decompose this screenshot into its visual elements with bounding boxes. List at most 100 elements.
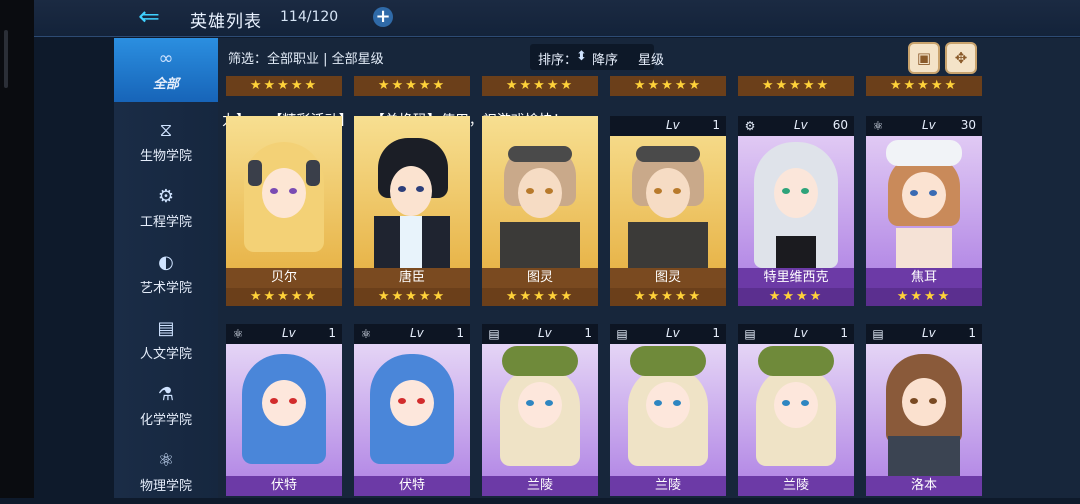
level-value: 1	[584, 326, 592, 340]
sidebar-item-all[interactable]: ∞ 全部	[114, 38, 218, 102]
hero-stars: ★★★★★	[610, 288, 726, 306]
hero-list-panel: 筛选：全部职业 | 全部星级 排序： ⬍ 降序 星级 ▣ ✥ ★★★★★ ★★★…	[218, 38, 1080, 498]
card-header: ▤ Lv 1	[866, 324, 982, 344]
back-arrow-icon[interactable]: ⇐	[134, 4, 164, 30]
hero-card[interactable]: 贝尔 ★★★★★	[226, 116, 342, 306]
plus-icon[interactable]: +	[373, 7, 393, 27]
sidebar-item-art[interactable]: ◐ 艺术学院	[114, 242, 218, 306]
sort-button[interactable]: 排序： ⬍ 降序	[530, 44, 654, 70]
palette-icon: ◐	[158, 252, 174, 273]
hero-name: 兰陵	[610, 476, 726, 496]
gear-badge-icon[interactable]: ✥	[945, 42, 977, 74]
hero-card[interactable]: 唐臣 ★★★★★	[354, 116, 470, 306]
hero-name: 伏特	[354, 476, 470, 496]
hero-name: 特里维西克	[738, 268, 854, 288]
atom-icon: ⚛	[157, 450, 175, 471]
hero-card[interactable]: Lv 1 图灵 ★★★★★	[610, 116, 726, 306]
hero-portrait	[610, 324, 726, 476]
level-value: 1	[456, 326, 464, 340]
hero-portrait	[866, 116, 982, 268]
sidebar-item-chemistry[interactable]: ⚗ 化学学院	[114, 374, 218, 438]
book-icon: ▤	[744, 327, 756, 341]
level-value: 1	[712, 326, 720, 340]
card-header: ▤ Lv 1	[738, 324, 854, 344]
book-icon: ▤	[488, 327, 500, 341]
card-header: ⚙ Lv 60	[738, 116, 854, 136]
filter-button[interactable]: 筛选：全部职业 | 全部星级	[228, 48, 384, 67]
level-value: 1	[712, 118, 720, 132]
sort-order: 降序	[592, 53, 619, 68]
hero-card[interactable]: ▤ Lv 1 兰陵	[482, 324, 598, 498]
level-value: 1	[328, 326, 336, 340]
hero-card[interactable]: 图灵 ★★★★★	[482, 116, 598, 306]
hero-portrait	[482, 324, 598, 476]
flask-icon: ⚗	[157, 384, 175, 405]
hero-name: 贝尔	[226, 268, 342, 288]
hero-stars: ★★★★	[866, 288, 982, 306]
sort-key[interactable]: 星级	[638, 49, 664, 68]
hero-portrait	[354, 324, 470, 476]
profile-card-icon[interactable]: ▣	[908, 42, 940, 74]
sidebar-item-label: 艺术学院	[139, 281, 192, 296]
hero-portrait	[226, 324, 342, 476]
prev-row-stars: ★★★★★	[482, 76, 598, 96]
hero-card[interactable]: ⚛ Lv 1 伏特	[226, 324, 342, 498]
sidebar: ∞ 全部 ⧖ 生物学院 ⚙ 工程学院 ◐ 艺术学院 ▤ 人文学院 ⚗ 化学学院 …	[114, 38, 218, 498]
hero-stars: ★★★★★	[482, 288, 598, 306]
prev-row-stars: ★★★★★	[354, 76, 470, 96]
hero-name: 唐臣	[354, 268, 470, 288]
hero-card[interactable]: ⚛ Lv 1 伏特	[354, 324, 470, 498]
level-label: Lv	[922, 118, 936, 132]
prev-row-stars: ★★★★★	[866, 76, 982, 96]
hero-card[interactable]: ▤ Lv 1 洛本	[866, 324, 982, 498]
hero-card[interactable]: ⚛ Lv 30 焦耳 ★★★★	[866, 116, 982, 306]
atom-icon: ⚛	[872, 119, 884, 133]
game-screen: ⇐ 英雄列表 114/120 + ∞ 全部 ⧖ 生物学院 ⚙ 工程学院 ◐ 艺术…	[0, 0, 1080, 498]
hero-name: 伏特	[226, 476, 342, 496]
hero-count: 114/120	[280, 9, 339, 25]
infinity-icon: ∞	[158, 48, 174, 69]
hero-stars: ★★★★	[738, 288, 854, 306]
level-label: Lv	[794, 326, 808, 340]
card-header	[226, 116, 342, 136]
sidebar-item-label: 化学学院	[139, 413, 192, 428]
level-value: 1	[840, 326, 848, 340]
sidebar-item-physics[interactable]: ⚛ 物理学院	[114, 440, 218, 504]
prev-row-stars: ★★★★★	[226, 76, 342, 96]
dna-icon: ⧖	[159, 120, 173, 141]
sort-label: 排序：	[538, 53, 578, 68]
atom-icon: ⚛	[232, 327, 244, 341]
book-icon: ▤	[157, 318, 175, 339]
device-bezel	[0, 0, 34, 498]
sidebar-item-label: 全部	[152, 77, 179, 92]
card-header: ⚛ Lv 1	[354, 324, 470, 344]
page-title: 英雄列表	[190, 12, 262, 32]
robot-icon: ⚙	[157, 186, 175, 207]
hero-name: 洛本	[866, 476, 982, 496]
book-icon: ▤	[616, 327, 628, 341]
hero-portrait	[738, 324, 854, 476]
hero-name: 图灵	[482, 268, 598, 288]
sidebar-item-biology[interactable]: ⧖ 生物学院	[114, 110, 218, 174]
hero-card[interactable]: ▤ Lv 1 兰陵	[738, 324, 854, 498]
hero-name: 兰陵	[738, 476, 854, 496]
sidebar-item-label: 物理学院	[139, 479, 192, 494]
level-value: 60	[832, 118, 848, 132]
robot-icon: ⚙	[744, 119, 756, 133]
sidebar-item-humanities[interactable]: ▤ 人文学院	[114, 308, 218, 372]
level-label: Lv	[410, 326, 424, 340]
hero-stars: ★★★★★	[354, 288, 470, 306]
hero-card[interactable]: ▤ Lv 1 兰陵	[610, 324, 726, 498]
prev-row-stars: ★★★★★	[610, 76, 726, 96]
level-label: Lv	[794, 118, 808, 132]
card-header: ▤ Lv 1	[482, 324, 598, 344]
hero-card[interactable]: ⚙ Lv 60 特里维西克 ★★★★	[738, 116, 854, 306]
level-label: Lv	[538, 326, 552, 340]
level-label: Lv	[666, 326, 680, 340]
hero-name: 兰陵	[482, 476, 598, 496]
sidebar-item-engineering[interactable]: ⚙ 工程学院	[114, 176, 218, 240]
card-header: ⚛ Lv 30	[866, 116, 982, 136]
level-label: Lv	[666, 118, 680, 132]
hero-portrait	[610, 116, 726, 268]
hero-name: 焦耳	[866, 268, 982, 288]
